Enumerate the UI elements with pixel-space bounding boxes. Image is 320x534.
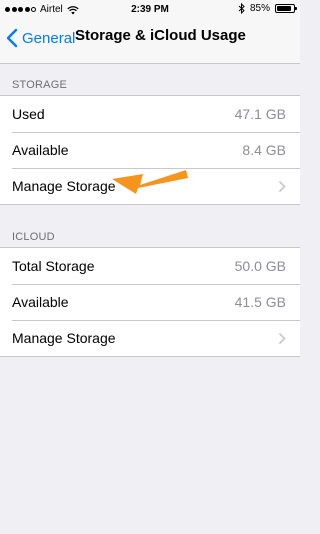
- section-header-storage: STORAGE: [12, 79, 67, 91]
- battery-percent: 85%: [249, 3, 270, 14]
- status-right: 85%: [238, 3, 297, 14]
- row-value: 8.4 GB: [242, 142, 286, 158]
- battery-level: [277, 6, 291, 11]
- bluetooth-icon: [238, 3, 245, 14]
- row-label: Used: [12, 106, 45, 122]
- status-bar: Airtel 2:39 PM 85%: [0, 0, 300, 20]
- back-label: General: [22, 29, 76, 47]
- section-header-icloud: ICLOUD: [12, 231, 55, 243]
- navigation-bar: General Storage & iCloud Usage: [0, 20, 300, 64]
- annotation-arrow-icon: [112, 170, 188, 194]
- icloud-group: Total Storage 50.0 GB Available 41.5 GB …: [0, 247, 300, 357]
- chevron-right-icon: [278, 180, 286, 192]
- row-label: Available: [12, 294, 69, 310]
- icloud-total-storage-row: Total Storage 50.0 GB: [0, 248, 300, 284]
- row-label: Total Storage: [12, 258, 95, 274]
- manage-icloud-storage-button[interactable]: Manage Storage: [0, 320, 300, 356]
- row-label: Available: [12, 142, 69, 158]
- row-label: Manage Storage: [12, 330, 116, 346]
- row-value: 41.5 GB: [234, 294, 286, 310]
- battery-icon: [275, 4, 297, 13]
- back-chevron-icon: [6, 28, 18, 48]
- icloud-available-row: Available 41.5 GB: [0, 284, 300, 320]
- row-value: 50.0 GB: [234, 258, 286, 274]
- row-value: 47.1 GB: [234, 106, 286, 122]
- chevron-right-icon: [278, 332, 286, 344]
- page-title: Storage & iCloud Usage: [75, 27, 246, 44]
- storage-used-row: Used 47.1 GB: [0, 96, 300, 132]
- back-button[interactable]: General: [6, 24, 75, 52]
